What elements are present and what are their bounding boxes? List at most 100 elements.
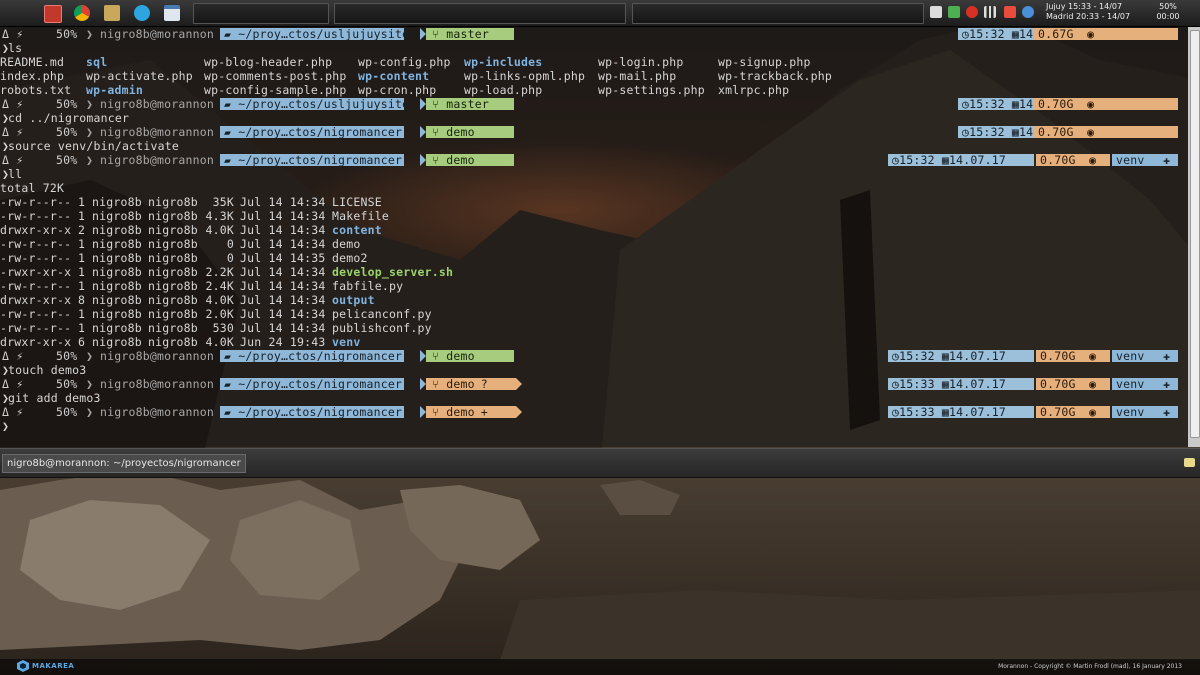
prompt-size-segment: 0.70G ◉	[1036, 406, 1110, 418]
taskbar-slot-3[interactable]	[632, 3, 924, 24]
prompt-separator-icon: ❯	[86, 349, 94, 363]
settings-icon[interactable]	[1022, 6, 1034, 18]
ll-output-row: -rw-r--r-- 1 nigro8b nigro8b 0 Jul 14 14:35 de…	[0, 251, 1188, 265]
folder-icon: ▰	[224, 125, 239, 139]
calendar-icon: ▦	[1004, 27, 1019, 41]
prompt-host: nigro8b@morannon	[100, 97, 214, 111]
prompt-time: 15:32	[899, 153, 935, 167]
ls-entry: wp-comments-post.php	[204, 69, 347, 83]
prompt-prefix-icons: Δ ⚡	[2, 349, 24, 363]
ll-date: Jul 14 14:34	[240, 223, 326, 237]
clock-line-1: Jujuy 15:33 - 14/07	[1046, 2, 1123, 11]
prompt-line: Δ ⚡ 50% ❯ nigro8b@morannon ▰ ~/proy…ctos/nig…	[0, 125, 1188, 139]
prompt-time-segment: ◷15:32 ▦14.07.17	[888, 350, 1034, 362]
git-branch-icon: ⑂	[432, 153, 447, 167]
ll-group: nigro8b	[148, 195, 198, 209]
mail-icon[interactable]	[948, 6, 960, 18]
ls-entry: robots.txt	[0, 83, 72, 97]
prompt-git-segment: ⑂ master	[426, 28, 514, 40]
scrollbar-thumb[interactable]	[1190, 30, 1200, 438]
ll-links: 1	[78, 237, 86, 251]
prompt-git-branch: demo	[446, 125, 475, 139]
prompt-separator-icon: ❯	[86, 405, 94, 419]
terminal-task-button[interactable]: nigro8b@morannon: ~/proyectos/nigromance…	[2, 454, 246, 473]
chrome-icon[interactable]	[74, 5, 90, 21]
ll-group: nigro8b	[148, 223, 198, 237]
prompt-git-segment: ⑂ master	[426, 98, 514, 110]
signal-icon[interactable]	[984, 6, 996, 18]
calendar-icon: ▦	[934, 377, 949, 391]
ll-name: content	[332, 223, 382, 237]
ls-output-row: robots.txt wp-admin wp-config-sample.php wp…	[0, 83, 1188, 97]
ls-entry: wp-activate.php	[86, 69, 193, 83]
ll-permissions: drwxr-xr-x	[0, 223, 72, 237]
folder-icon: ▰	[224, 27, 239, 41]
prompt-time: 15:32	[969, 27, 1005, 41]
git-arrow-icon	[508, 28, 514, 40]
ll-output-row: -rw-r--r-- 1 nigro8b nigro8b 530 Jul 14 14:34…	[0, 321, 1188, 335]
prompt-battery: 50%	[56, 97, 78, 111]
prompt-venv: venv	[1116, 153, 1145, 167]
prompt-path: ~/proy…ctos/nigromancer	[238, 405, 403, 419]
clock[interactable]: Jujuy 15:33 - 14/07 Madrid 20:33 - 14/07	[1046, 2, 1138, 22]
ll-user: nigro8b	[92, 195, 142, 209]
command-text: touch demo3	[8, 363, 87, 377]
calendar-icon: ▦	[934, 153, 949, 167]
ls-entry: xmlrpc.php	[718, 83, 790, 97]
prompt-path-segment: ▰ ~/proy…ctos/usljujuysite	[220, 27, 409, 41]
prompt-battery: 50%	[56, 153, 78, 167]
prompt-git-segment: ⑂ demo	[426, 350, 514, 362]
ll-user: nigro8b	[92, 237, 142, 251]
prompt-separator-icon: ❯	[86, 153, 94, 167]
prompt-date: 14.07.17	[949, 153, 1006, 167]
ls-entry: wp-links-opml.php	[464, 69, 586, 83]
window-list-bar: nigro8b@morannon: ~/proyectos/nigromance…	[0, 448, 1200, 478]
ll-total: total 72K	[0, 181, 65, 195]
command-line: ❯ cd ../nigromancer	[0, 111, 1188, 125]
taskbar-slot-2[interactable]	[334, 3, 626, 24]
ll-output-row: -rw-r--r-- 1 nigro8b nigro8b 35K Jul 14 14:34…	[0, 195, 1188, 209]
ll-group: nigro8b	[148, 321, 198, 335]
battery-indicator[interactable]: 50% 00:00	[1140, 2, 1196, 22]
ls-entry: wp-trackback.php	[718, 69, 832, 83]
terminal-window[interactable]: Δ ⚡ 50% ❯ nigro8b@morannon ▰ ~/proy…ctos/usl…	[0, 26, 1188, 447]
ll-user: nigro8b	[92, 335, 142, 349]
window-icon[interactable]	[164, 5, 180, 21]
file-manager-icon[interactable]	[104, 5, 120, 21]
gmail-icon[interactable]	[966, 6, 978, 18]
prompt-path: ~/proy…ctos/nigromancer	[238, 125, 403, 139]
prompt-venv-segment: venv ✚	[1112, 406, 1178, 418]
ll-date: Jul 14 14:34	[240, 209, 326, 223]
prompt-git-segment: ⑂ demo	[426, 154, 514, 166]
disk-icon: ◉	[1082, 153, 1097, 167]
ll-group: nigro8b	[148, 251, 198, 265]
command-line: ❯ git add demo3	[0, 391, 1188, 405]
prompt-git-branch: demo	[446, 377, 475, 391]
ll-group: nigro8b	[148, 265, 198, 279]
prompt-venv: venv	[1116, 405, 1145, 419]
ll-name: demo2	[332, 251, 368, 265]
ll-date: Jul 14 14:34	[240, 293, 326, 307]
git-branch-icon: ⑂	[432, 125, 447, 139]
ll-size: 2.0K	[205, 307, 234, 321]
prompt-path: ~/proy…ctos/nigromancer	[238, 349, 403, 363]
ll-name: LICENSE	[332, 195, 382, 209]
prompt-git-segment: ⑂ demo	[426, 126, 514, 138]
ll-links: 1	[78, 195, 86, 209]
ll-name: demo	[332, 237, 361, 251]
telegram-icon[interactable]	[134, 5, 150, 21]
ll-date: Jun 24 19:43	[240, 335, 326, 349]
puzzle-icon[interactable]	[930, 6, 942, 18]
terminal-app-icon[interactable]	[44, 5, 62, 23]
git-arrow-icon	[508, 154, 514, 166]
prompt-size-segment: 0.70G ◉	[1036, 378, 1110, 390]
ll-size: 4.3K	[205, 209, 234, 223]
terminal-scrollbar[interactable]	[1188, 26, 1200, 447]
ls-entry: wp-includes	[464, 55, 543, 69]
prompt-time: 15:33	[899, 377, 935, 391]
disk-icon: ◉	[1082, 405, 1097, 419]
notes-icon[interactable]	[1184, 458, 1195, 467]
ll-links: 1	[78, 251, 86, 265]
taskbar-slot-1[interactable]	[193, 3, 329, 24]
power-icon[interactable]	[1004, 6, 1016, 18]
